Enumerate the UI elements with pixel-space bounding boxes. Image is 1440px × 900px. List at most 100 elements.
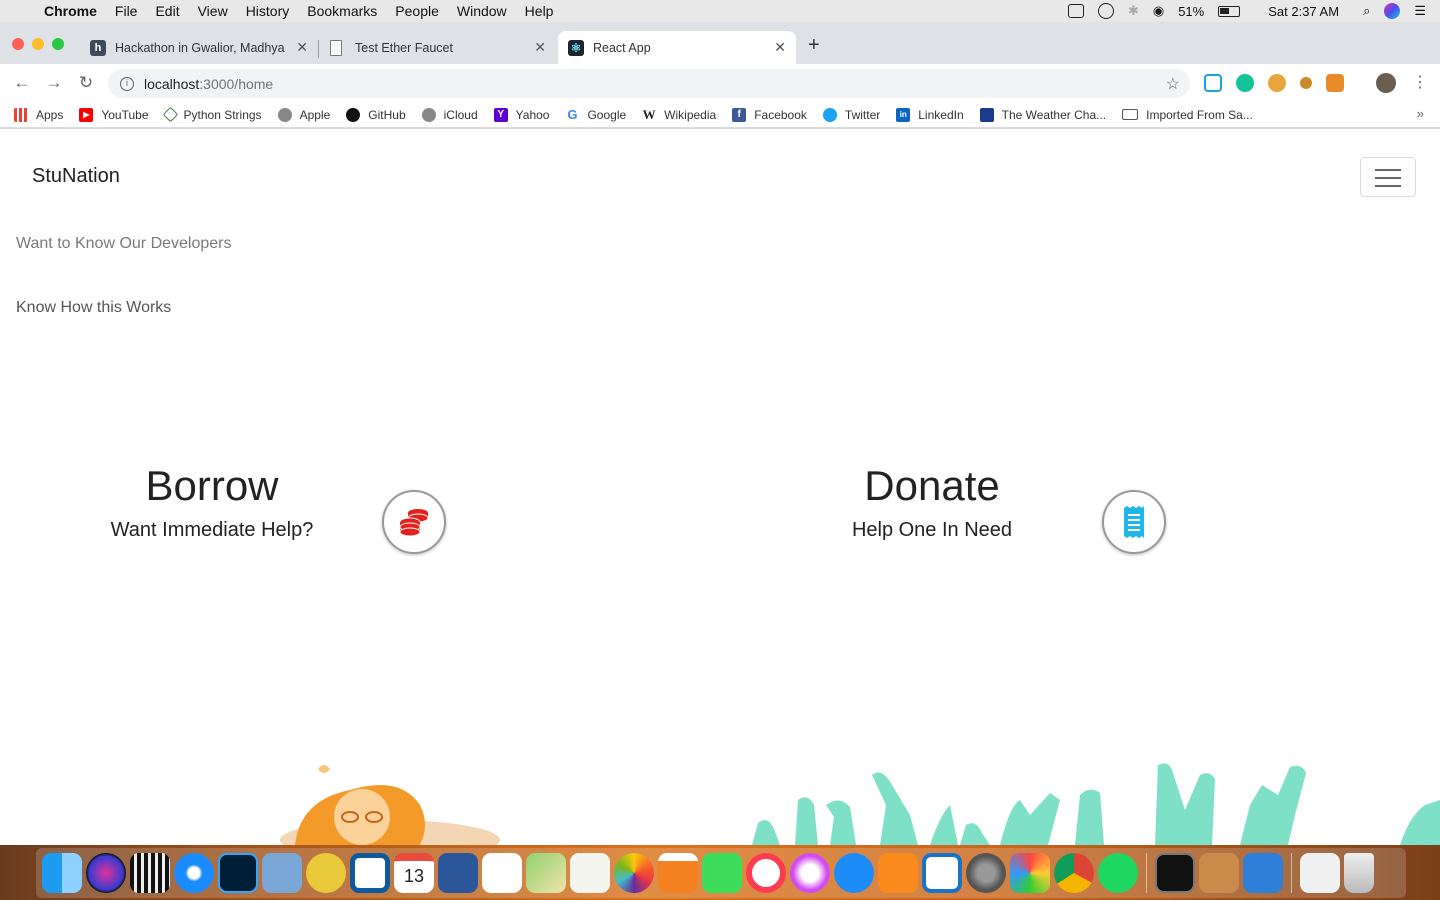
safari-icon[interactable] — [174, 853, 214, 893]
menu-help[interactable]: Help — [516, 3, 563, 19]
close-tab-icon[interactable]: ✕ — [296, 39, 308, 56]
app-store-icon[interactable] — [834, 853, 874, 893]
screen-capture-icon[interactable] — [1067, 4, 1084, 18]
creative-cloud-icon[interactable] — [1097, 3, 1114, 19]
cookie-extension-icon[interactable] — [1268, 74, 1286, 92]
piano-icon[interactable] — [130, 853, 170, 893]
tab-ether-faucet[interactable]: Test Ether Faucet ✕ — [320, 31, 556, 64]
extension-leaf-icon[interactable] — [1300, 77, 1312, 89]
news-icon[interactable] — [746, 853, 786, 893]
word-icon[interactable] — [438, 853, 478, 893]
dock-separator — [1291, 853, 1292, 893]
reminders-icon[interactable] — [482, 853, 522, 893]
pinwheel-icon[interactable] — [1010, 853, 1050, 893]
teamviewer-icon[interactable] — [350, 853, 390, 893]
bluetooth-icon[interactable]: ✱ — [1128, 3, 1139, 19]
bookmark-twitter[interactable]: Twitter — [822, 107, 881, 122]
bookmark-linkedin[interactable]: in LinkedIn — [896, 107, 964, 122]
navbar-brand[interactable]: StuNation — [32, 165, 120, 188]
screenshot-folder-icon[interactable] — [1300, 853, 1340, 893]
clock[interactable]: Sat 2:37 AM — [1268, 4, 1339, 19]
forward-arrow-icon[interactable]: → — [38, 73, 70, 93]
menu-window[interactable]: Window — [448, 3, 516, 19]
menu-edit[interactable]: Edit — [146, 3, 188, 19]
bookmarks-overflow-chevron-icon[interactable]: » — [1417, 106, 1424, 121]
notification-center-icon[interactable]: ☰ — [1414, 3, 1426, 19]
borrow-button[interactable] — [382, 490, 446, 554]
menu-history[interactable]: History — [237, 3, 299, 19]
bookmark-apps[interactable]: Apps — [14, 107, 64, 122]
minimize-window-button[interactable] — [32, 38, 44, 50]
reload-icon[interactable]: ↻ — [70, 73, 102, 93]
box-icon[interactable] — [1199, 853, 1239, 893]
navbar-toggler-button[interactable] — [1360, 157, 1416, 197]
menu-bookmarks[interactable]: Bookmarks — [298, 3, 386, 19]
profile-avatar[interactable] — [1376, 73, 1396, 93]
apps-grid-icon — [14, 107, 28, 122]
bookmark-label: iCloud — [443, 107, 478, 122]
battery-icon[interactable] — [1218, 5, 1241, 17]
bookmark-wikipedia[interactable]: W Wikipedia — [642, 107, 717, 122]
bookmark-label: Apps — [36, 107, 64, 122]
bookmark-yahoo[interactable]: Y Yahoo — [493, 107, 549, 122]
bookmark-apple[interactable]: Apple — [277, 107, 330, 122]
bookmark-label: Twitter — [844, 107, 881, 122]
grammarly-icon[interactable] — [1236, 74, 1254, 92]
calendar-icon[interactable]: 13 — [394, 853, 434, 893]
xcode-icon[interactable] — [1243, 853, 1283, 893]
facetime-icon[interactable] — [702, 853, 742, 893]
menu-people[interactable]: People — [386, 3, 448, 19]
migration-icon[interactable] — [922, 853, 962, 893]
vlc-icon[interactable] — [658, 853, 698, 893]
footer-illustration — [280, 763, 1440, 845]
books-icon[interactable] — [878, 853, 918, 893]
spotify-icon[interactable] — [1098, 853, 1138, 893]
system-preferences-icon[interactable] — [966, 853, 1006, 893]
metamask-fox-icon[interactable] — [1326, 74, 1344, 92]
menu-view[interactable]: View — [189, 3, 237, 19]
preview-icon[interactable] — [262, 853, 302, 893]
new-tab-plus-icon[interactable]: + — [808, 34, 820, 57]
finder-icon[interactable] — [42, 853, 82, 893]
siri-app-icon[interactable] — [86, 853, 126, 893]
wifi-icon[interactable]: ◉ — [1153, 3, 1164, 19]
bookmark-youtube[interactable]: ▶ YouTube — [79, 107, 149, 122]
tab-react-app[interactable]: ⚛ React App ✕ — [558, 31, 796, 64]
developers-link[interactable]: Want to Know Our Developers — [16, 235, 232, 253]
bookmark-folder-imported[interactable]: Imported From Sa... — [1122, 108, 1253, 122]
bookmark-facebook[interactable]: f Facebook — [732, 107, 807, 122]
tab-hackathon[interactable]: h Hackathon in Gwalior, Madhya ✕ — [80, 31, 318, 64]
bookmark-label: Imported From Sa... — [1146, 107, 1253, 122]
close-tab-icon[interactable]: ✕ — [534, 39, 546, 56]
photoshop-icon[interactable] — [218, 853, 258, 893]
maps-icon[interactable] — [526, 853, 566, 893]
chrome-icon[interactable] — [1054, 853, 1094, 893]
site-info-icon[interactable]: i — [120, 76, 134, 91]
close-window-button[interactable] — [12, 38, 24, 50]
zoom-window-button[interactable] — [52, 38, 64, 50]
chrome-menu-icon[interactable]: ⋮ — [1412, 72, 1428, 92]
textedit-icon[interactable] — [570, 853, 610, 893]
menu-file[interactable]: File — [106, 3, 147, 19]
photos-icon[interactable] — [614, 853, 654, 893]
back-arrow-icon[interactable]: ← — [6, 73, 38, 93]
bookmark-google[interactable]: G Google — [565, 107, 626, 122]
macos-dock: 13 — [0, 845, 1440, 900]
how-it-works-link[interactable]: Know How this Works — [16, 299, 171, 317]
trash-icon[interactable] — [1344, 853, 1374, 893]
itunes-icon[interactable] — [790, 853, 830, 893]
bookmark-github[interactable]: GitHub — [346, 107, 406, 122]
donate-button[interactable] — [1102, 490, 1166, 554]
bookmark-weather-channel[interactable]: The Weather Cha... — [979, 107, 1106, 122]
bookmark-icloud[interactable]: iCloud — [421, 107, 478, 122]
bookmark-python-strings[interactable]: Python Strings — [162, 106, 262, 123]
terminal-icon[interactable] — [1155, 853, 1195, 893]
close-tab-icon[interactable]: ✕ — [774, 39, 786, 56]
siri-icon[interactable] — [1384, 3, 1401, 19]
menu-app-name[interactable]: Chrome — [38, 3, 106, 19]
bookmark-star-icon[interactable]: ☆ — [1166, 74, 1180, 94]
genie-lamp-icon[interactable] — [306, 853, 346, 893]
extension-capture-icon[interactable] — [1204, 74, 1222, 92]
spotlight-icon[interactable]: ⌕ — [1363, 3, 1370, 19]
address-bar[interactable]: i localhost :3000/home ☆ — [108, 69, 1190, 98]
